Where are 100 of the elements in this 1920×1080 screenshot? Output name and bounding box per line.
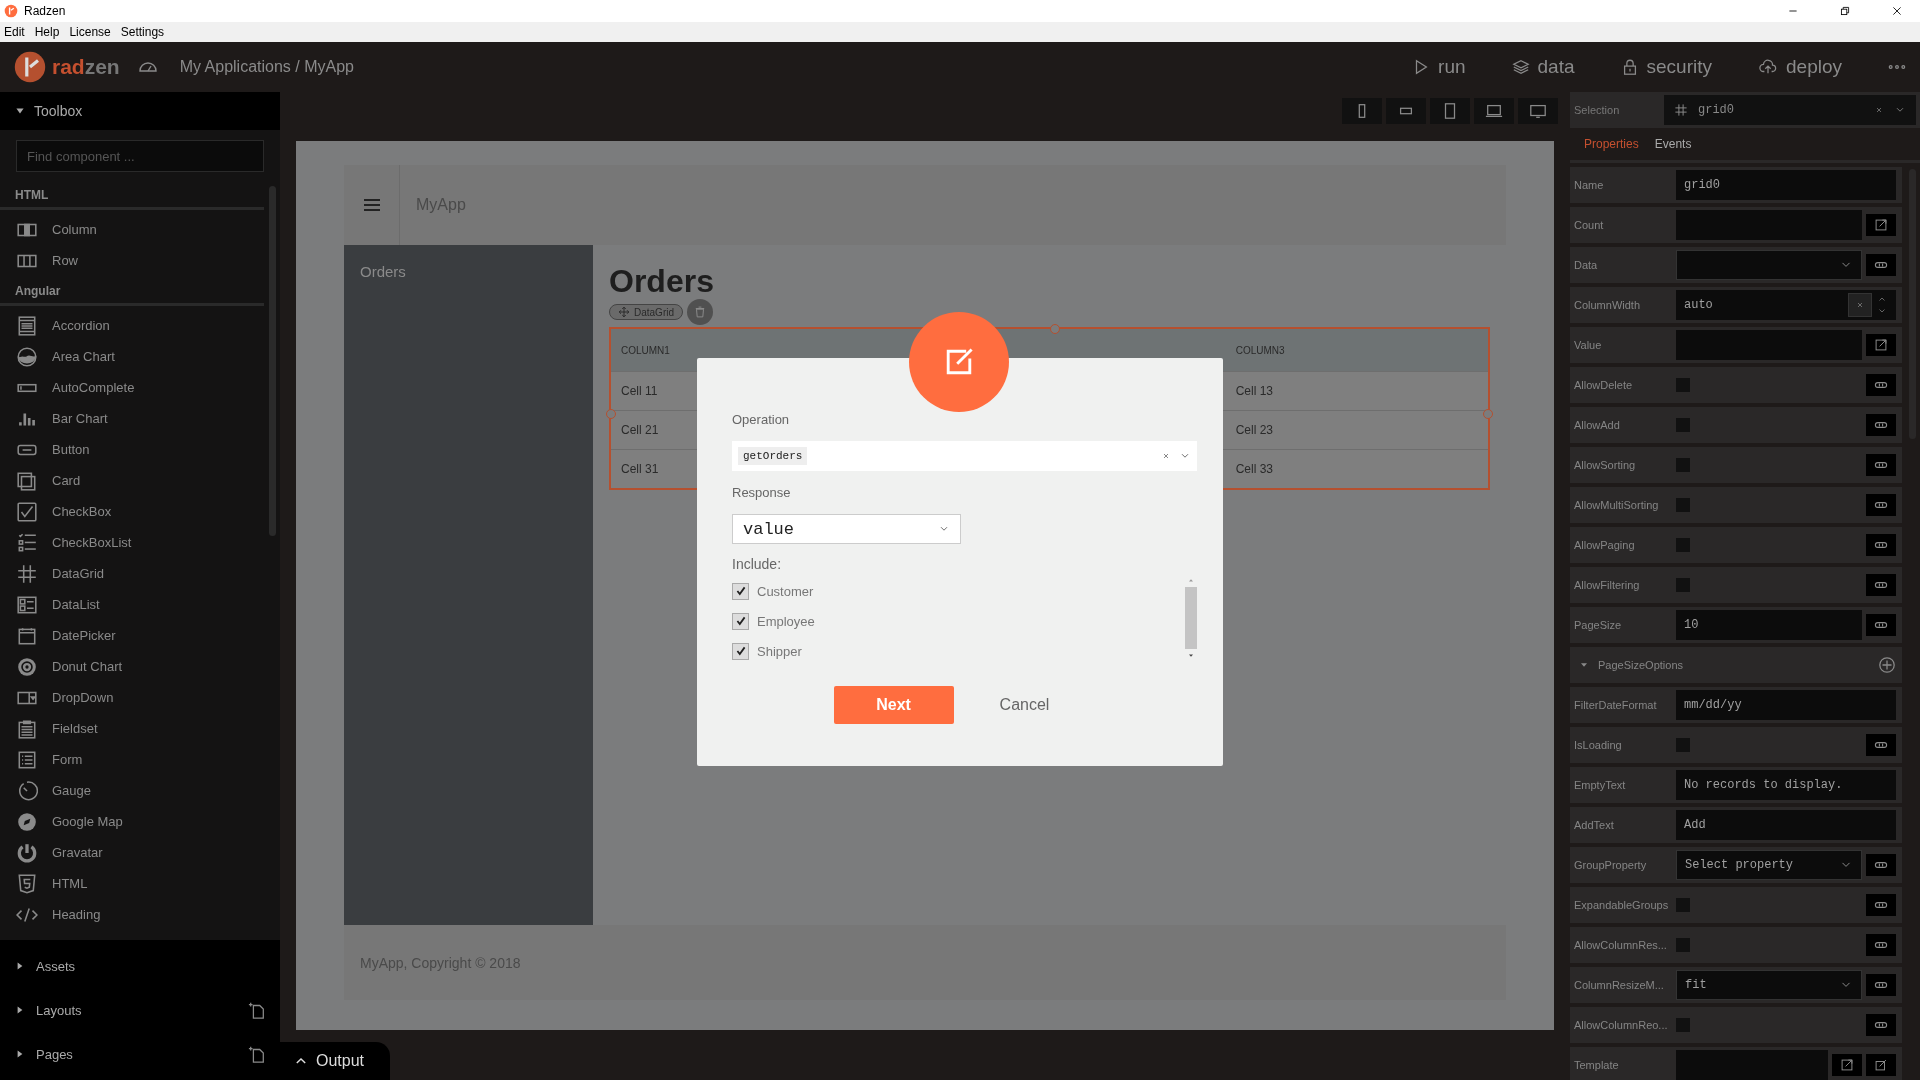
property-checkbox[interactable] bbox=[1676, 898, 1690, 912]
toolbox-item[interactable]: CheckBoxList bbox=[52, 535, 132, 550]
checkbox[interactable] bbox=[732, 612, 749, 630]
response-dropdown[interactable]: value bbox=[732, 514, 961, 544]
toolbox-item[interactable]: Gravatar bbox=[52, 845, 103, 860]
breadcrumb[interactable]: My Applications / MyApp bbox=[179, 58, 354, 76]
property-checkbox[interactable] bbox=[1676, 1018, 1690, 1032]
edit-button[interactable] bbox=[1866, 1054, 1896, 1076]
property-field[interactable]: grid0 bbox=[1676, 170, 1896, 200]
binding-button[interactable] bbox=[1866, 614, 1896, 636]
binding-button[interactable] bbox=[1866, 254, 1896, 276]
column-header[interactable]: COLUMN3 bbox=[1195, 344, 1488, 356]
checkbox-label[interactable]: Customer bbox=[757, 583, 814, 599]
panel-header[interactable]: Pages bbox=[36, 1046, 238, 1062]
toolbox-item[interactable]: DropDown bbox=[52, 690, 114, 705]
delete-button[interactable] bbox=[687, 299, 713, 325]
nav-button[interactable]: data bbox=[1511, 56, 1575, 78]
toolbox-item[interactable]: Accordion bbox=[52, 318, 110, 333]
nav-button[interactable]: deploy bbox=[1758, 56, 1842, 78]
property-checkbox[interactable] bbox=[1676, 418, 1690, 432]
property-field[interactable]: mm/dd/yy bbox=[1676, 690, 1896, 720]
panel-header[interactable]: Assets bbox=[36, 958, 266, 974]
property-checkbox[interactable] bbox=[1676, 938, 1690, 952]
toolbox-item[interactable]: Google Map bbox=[52, 814, 123, 829]
binding-button[interactable] bbox=[1866, 854, 1896, 876]
panel-header[interactable]: Layouts bbox=[36, 1002, 238, 1018]
toolbox-item[interactable]: Column bbox=[52, 222, 97, 237]
property-checkbox[interactable] bbox=[1676, 578, 1690, 592]
resize-handle[interactable] bbox=[606, 408, 616, 419]
property-checkbox[interactable] bbox=[1676, 498, 1690, 512]
operation-field[interactable]: getOrders bbox=[732, 441, 1197, 471]
toolbox-item[interactable]: DataList bbox=[52, 597, 100, 612]
nav-button[interactable]: security bbox=[1620, 56, 1712, 78]
column-header[interactable]: COLUMN1 bbox=[611, 344, 904, 356]
checkbox-label[interactable]: Employee bbox=[757, 613, 815, 629]
checkbox[interactable] bbox=[732, 582, 749, 600]
toolbox-item[interactable]: Donut Chart bbox=[52, 659, 123, 674]
edit-button[interactable] bbox=[1866, 214, 1896, 236]
binding-button[interactable] bbox=[1866, 534, 1896, 556]
edit-button[interactable] bbox=[1866, 334, 1896, 356]
menu-item[interactable]: Edit bbox=[4, 25, 25, 39]
output-tab[interactable]: Output bbox=[280, 1042, 390, 1080]
property-field[interactable] bbox=[1676, 210, 1862, 240]
menu-item[interactable]: License bbox=[69, 25, 111, 39]
nav-button[interactable]: run bbox=[1412, 56, 1466, 78]
toolbox-item[interactable]: Button bbox=[52, 442, 90, 457]
toolbox-item[interactable]: AutoComplete bbox=[52, 380, 135, 395]
property-dropdown[interactable]: Select property bbox=[1676, 850, 1862, 880]
search-field[interactable]: Find component ... bbox=[16, 140, 264, 172]
binding-button[interactable] bbox=[1866, 414, 1896, 436]
property-checkbox[interactable] bbox=[1676, 738, 1690, 752]
selection-dropdown[interactable]: grid0 bbox=[1664, 95, 1916, 125]
property-checkbox[interactable] bbox=[1676, 458, 1690, 472]
toolbox-item[interactable]: Form bbox=[52, 752, 83, 767]
more-button[interactable] bbox=[1888, 64, 1906, 70]
toolbox-item[interactable]: DatePicker bbox=[52, 628, 116, 643]
tab[interactable]: Events bbox=[1654, 137, 1692, 151]
resize-handle[interactable] bbox=[1483, 408, 1493, 419]
toolbox-item[interactable]: DataGrid bbox=[52, 566, 105, 581]
checkbox[interactable] bbox=[732, 642, 749, 660]
toolbox-item[interactable]: Area Chart bbox=[52, 349, 115, 364]
tab[interactable]: Properties bbox=[1584, 137, 1639, 151]
binding-button[interactable] bbox=[1866, 894, 1896, 916]
property-field[interactable]: Add bbox=[1676, 810, 1896, 840]
add-file-icon[interactable] bbox=[248, 1000, 266, 1020]
toolbox-item[interactable]: Heading bbox=[52, 907, 101, 922]
toolbox-item[interactable]: HTML bbox=[52, 876, 88, 891]
toolbox-item[interactable]: Bar Chart bbox=[52, 411, 108, 426]
device-button[interactable] bbox=[1386, 98, 1426, 124]
next-button[interactable]: Next bbox=[833, 686, 954, 724]
property-dropdown[interactable]: fit bbox=[1676, 970, 1862, 1000]
checkbox-label[interactable]: Shipper bbox=[757, 643, 802, 659]
device-button[interactable] bbox=[1430, 98, 1470, 124]
binding-button[interactable] bbox=[1866, 494, 1896, 516]
binding-button[interactable] bbox=[1866, 934, 1896, 956]
toolbox-item[interactable]: Gauge bbox=[52, 783, 92, 798]
edit-button[interactable] bbox=[1832, 1054, 1862, 1076]
binding-button[interactable] bbox=[1866, 374, 1896, 396]
property-field[interactable] bbox=[1676, 330, 1862, 360]
toolbox-item[interactable]: Card bbox=[52, 473, 81, 488]
property-field[interactable]: No records to display. bbox=[1676, 770, 1896, 800]
binding-button[interactable] bbox=[1866, 454, 1896, 476]
toolbox-title[interactable]: Toolbox bbox=[34, 103, 83, 119]
property-field[interactable] bbox=[1676, 1050, 1828, 1080]
device-button[interactable] bbox=[1474, 98, 1514, 124]
binding-button[interactable] bbox=[1866, 974, 1896, 996]
resize-handle[interactable] bbox=[1049, 324, 1060, 334]
property-field[interactable]: 10 bbox=[1676, 610, 1862, 640]
property-checkbox[interactable] bbox=[1676, 538, 1690, 552]
menu-item[interactable]: Help bbox=[34, 25, 60, 39]
nav-link[interactable]: Orders bbox=[344, 263, 593, 280]
menu-item[interactable]: Settings bbox=[120, 25, 165, 39]
add-file-icon[interactable] bbox=[248, 1044, 266, 1064]
binding-button[interactable] bbox=[1866, 574, 1896, 596]
toolbox-item[interactable]: Row bbox=[52, 253, 78, 268]
property-field[interactable]: auto bbox=[1676, 290, 1896, 320]
toolbox-item[interactable]: Fieldset bbox=[52, 721, 98, 736]
toolbox-item[interactable]: CheckBox bbox=[52, 504, 112, 519]
device-button[interactable] bbox=[1342, 98, 1382, 124]
binding-button[interactable] bbox=[1866, 1014, 1896, 1036]
